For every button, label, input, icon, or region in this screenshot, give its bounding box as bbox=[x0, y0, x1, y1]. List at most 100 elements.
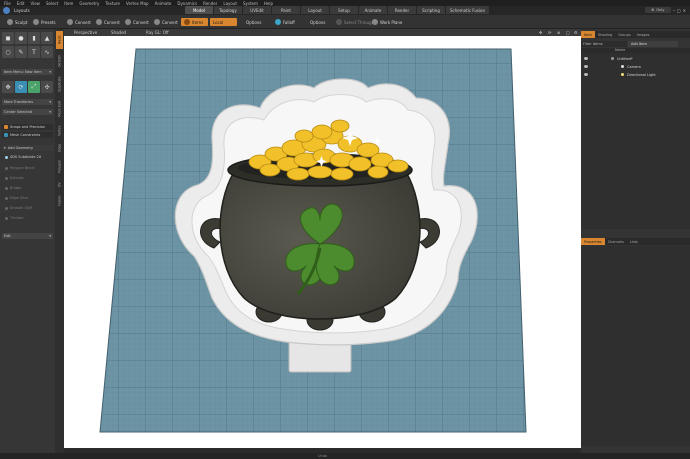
add-geometry-header[interactable]: ▾ Add Geometry bbox=[2, 145, 53, 151]
add-item-button[interactable]: Add Item bbox=[628, 41, 678, 47]
options-button-2[interactable]: Options bbox=[307, 18, 328, 26]
options-button-1[interactable]: Options bbox=[243, 18, 264, 26]
menu-texture[interactable]: Texture bbox=[105, 1, 120, 6]
pen-tool-icon[interactable]: ✎ bbox=[15, 46, 27, 58]
text-tool-icon[interactable]: T bbox=[28, 46, 40, 58]
list-item[interactable]: Polygon Bevel bbox=[2, 165, 53, 171]
item-menu-dropdown[interactable]: Item Menu: New Item ▾ bbox=[2, 69, 53, 75]
center-selected-dropdown[interactable]: Center Selected ▾ bbox=[2, 109, 53, 115]
filter-items-input[interactable]: Filter Items bbox=[581, 41, 627, 47]
tab-images[interactable]: Images bbox=[634, 31, 653, 38]
presets-button[interactable]: Presets bbox=[30, 18, 59, 26]
perspective-menu[interactable]: Perspective bbox=[74, 30, 97, 35]
move-tool-icon[interactable]: ✥ bbox=[2, 81, 14, 93]
local-button[interactable]: Local bbox=[210, 18, 237, 26]
viewport-settings-icon[interactable]: ⚙ bbox=[574, 30, 578, 35]
only-toggle[interactable]: ⚙ Only bbox=[644, 7, 671, 13]
tab-setup[interactable]: Setup bbox=[330, 6, 358, 14]
ray-gl-menu[interactable]: Ray GL: Off bbox=[146, 30, 169, 35]
list-item[interactable]: Bridge bbox=[2, 185, 53, 191]
vtab-mesh-edit[interactable]: Mesh Edit bbox=[56, 98, 63, 120]
tab-render[interactable]: Render bbox=[388, 6, 416, 14]
menu-help[interactable]: Help bbox=[264, 1, 273, 6]
scale-tool-icon[interactable]: ⤢ bbox=[28, 81, 40, 93]
tab-item[interactable]: Item bbox=[581, 31, 595, 38]
list-item[interactable]: Directional Light bbox=[581, 71, 690, 78]
vtab-duplicate[interactable]: Duplicate bbox=[56, 72, 63, 96]
menu-vertex-map[interactable]: Vertex Map bbox=[126, 1, 149, 6]
shaded-menu[interactable]: Shaded bbox=[111, 30, 126, 35]
menu-select[interactable]: Select bbox=[46, 1, 58, 6]
menu-geometry[interactable]: Geometry bbox=[79, 1, 99, 6]
list-item[interactable]: Smooth Shift bbox=[2, 205, 53, 211]
list-item[interactable]: Extrude bbox=[2, 175, 53, 181]
menu-dynamics[interactable]: Dynamics bbox=[177, 1, 197, 6]
vtab-fusion[interactable]: Fusion bbox=[56, 192, 63, 209]
torus-tool-icon[interactable]: ○ bbox=[2, 46, 14, 58]
items-button[interactable]: Items bbox=[181, 18, 208, 26]
tab-groups[interactable]: Groups bbox=[615, 31, 633, 38]
list-item[interactable]: Thicken bbox=[2, 215, 53, 221]
tab-animate[interactable]: Animate bbox=[359, 6, 387, 14]
rotate-tool-icon[interactable]: ⟳ bbox=[15, 81, 27, 93]
maximize-icon[interactable]: □ bbox=[677, 8, 681, 13]
vtab-deform[interactable]: Deform bbox=[56, 51, 63, 70]
snaps-toggle[interactable]: Snaps and Precision bbox=[2, 124, 53, 130]
more-transforms-dropdown[interactable]: More Transforms ▾ bbox=[2, 99, 53, 105]
convert-button-1[interactable]: Convert bbox=[64, 18, 94, 26]
menu-edit[interactable]: Edit bbox=[17, 1, 25, 6]
tab-shading[interactable]: Shading bbox=[595, 31, 615, 38]
menu-item[interactable]: Item bbox=[64, 1, 73, 6]
list-item[interactable]: SDS Subdivide 2X bbox=[2, 154, 53, 160]
vtab-basic[interactable]: Basic bbox=[56, 31, 63, 49]
visibility-eye-icon[interactable] bbox=[584, 65, 588, 68]
transform-tool-icon[interactable]: ✣ bbox=[41, 81, 53, 93]
sphere-tool-icon[interactable]: ● bbox=[15, 32, 27, 44]
3d-viewport[interactable] bbox=[64, 36, 581, 448]
viewport-maximize-icon[interactable]: □ bbox=[566, 30, 570, 35]
list-item[interactable]: Edge Slice bbox=[2, 195, 53, 201]
menu-view[interactable]: View bbox=[30, 1, 40, 6]
convert-button-2[interactable]: Convert bbox=[93, 18, 123, 26]
falloff-button[interactable]: Falloff bbox=[272, 18, 298, 26]
tab-layout[interactable]: Layout bbox=[301, 6, 329, 14]
tab-lists[interactable]: Lists bbox=[627, 238, 641, 245]
viewport-rotate-icon[interactable]: ⟳ bbox=[548, 30, 551, 35]
convert-button-4[interactable]: Convert bbox=[151, 18, 181, 26]
close-icon[interactable]: × bbox=[683, 8, 686, 13]
menu-system[interactable]: System bbox=[243, 1, 258, 6]
tab-model[interactable]: Model bbox=[185, 6, 213, 14]
tab-topology[interactable]: Topology bbox=[214, 6, 242, 14]
visibility-eye-icon[interactable] bbox=[584, 73, 588, 76]
menu-animate[interactable]: Animate bbox=[155, 1, 172, 6]
curve-tool-icon[interactable]: ∿ bbox=[41, 46, 53, 58]
tab-schematic-fusion[interactable]: Schematic Fusion bbox=[446, 6, 490, 14]
convert-button-3[interactable]: Convert bbox=[122, 18, 152, 26]
viewport-move-icon[interactable]: ✥ bbox=[539, 30, 542, 35]
menu-layout[interactable]: Layout bbox=[223, 1, 237, 6]
tab-scripting[interactable]: Scripting bbox=[417, 6, 445, 14]
work-plane-button[interactable]: Work Plane bbox=[369, 18, 405, 26]
cube-tool-icon[interactable]: ◼ bbox=[2, 32, 14, 44]
mesh-constraints-toggle[interactable]: Mesh Constraints bbox=[2, 132, 53, 138]
vtab-polygon[interactable]: Polygon bbox=[56, 157, 63, 177]
list-item[interactable]: Untitled* bbox=[581, 55, 690, 62]
name-column-header[interactable]: Name bbox=[615, 48, 625, 52]
edit-dropdown[interactable]: Edit ▾ bbox=[2, 233, 53, 239]
vtab-edge[interactable]: Edge bbox=[56, 141, 63, 155]
menu-render[interactable]: Render bbox=[203, 1, 217, 6]
sculpt-button[interactable]: Sculpt bbox=[4, 18, 31, 26]
viewport-zoom-icon[interactable]: ⊕ bbox=[557, 30, 560, 35]
vtab-uv[interactable]: UV bbox=[56, 179, 63, 190]
cylinder-tool-icon[interactable]: ▮ bbox=[28, 32, 40, 44]
visibility-eye-icon[interactable] bbox=[584, 57, 588, 60]
menu-file[interactable]: File bbox=[4, 1, 11, 6]
vtab-vertex[interactable]: Vertex bbox=[56, 122, 63, 139]
tab-properties[interactable]: Properties bbox=[581, 238, 605, 245]
minimize-icon[interactable]: – bbox=[673, 8, 675, 13]
tab-channels[interactable]: Channels bbox=[605, 238, 627, 245]
cone-tool-icon[interactable]: ▲ bbox=[41, 32, 53, 44]
list-item[interactable]: Camera bbox=[581, 63, 690, 70]
tab-uvedit[interactable]: UVEdit bbox=[243, 6, 271, 14]
tab-paint[interactable]: Paint bbox=[272, 6, 300, 14]
